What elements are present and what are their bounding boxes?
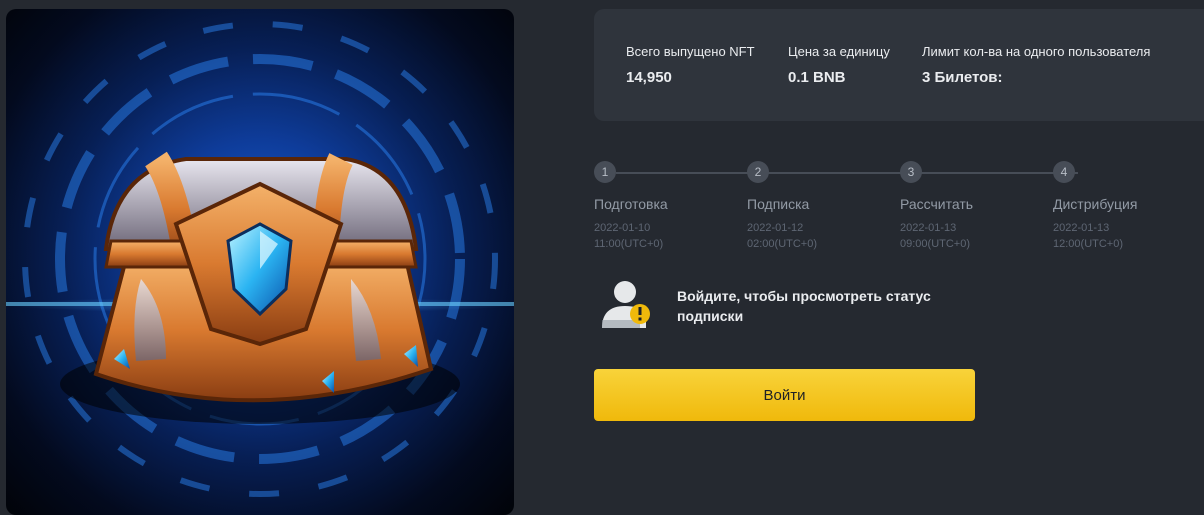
step-date-time: 12:00(UTC+0): [1053, 238, 1124, 250]
step-date: 2022-01-13 12:00(UTC+0): [1053, 220, 1203, 252]
step-number: 4: [1053, 161, 1075, 183]
treasure-chest-icon: [6, 21, 514, 497]
sale-stats-panel: Всего выпущено NFT 14,950 Цена за единиц…: [594, 9, 1204, 121]
stat-value: 3 Билетов:: [922, 69, 1003, 86]
step-date-time: 11:00(UTC+0): [594, 238, 664, 250]
stat-total-issued: Всего выпущено NFT 14,950: [626, 44, 755, 86]
login-button[interactable]: Войти: [594, 369, 975, 421]
step-date-day: 2022-01-12: [747, 222, 804, 234]
nft-artwork: [6, 9, 514, 515]
stat-label: Лимит кол-ва на одного пользователя: [922, 44, 1151, 59]
step-title: Рассчитать: [900, 196, 974, 212]
step-distribution: 4 Дистрибуция 2022-01-13 12:00(UTC+0): [1053, 161, 1203, 252]
login-prompt-text: Войдите, чтобы просмотреть статус подпис…: [677, 288, 931, 324]
user-warning-icon: [602, 281, 650, 328]
step-date-day: 2022-01-13: [900, 222, 957, 234]
stat-unit-price: Цена за единицу 0.1 BNB: [788, 44, 890, 86]
step-calculation: 3 Рассчитать 2022-01-13 09:00(UTC+0): [900, 161, 1050, 252]
stat-value: 14,950: [626, 69, 672, 86]
step-date: 2022-01-13 09:00(UTC+0): [900, 220, 1050, 252]
step-subscription: 2 Подписка 2022-01-12 02:00(UTC+0): [747, 161, 897, 252]
step-date-time: 09:00(UTC+0): [900, 238, 971, 250]
stat-label: Всего выпущено NFT: [626, 44, 755, 59]
stat-value: 0.1 BNB: [788, 69, 846, 86]
step-date-day: 2022-01-10: [594, 222, 651, 234]
stat-user-limit: Лимит кол-ва на одного пользователя 3 Би…: [922, 44, 1150, 86]
step-title: Подготовка: [594, 196, 668, 212]
stat-label: Цена за единицу: [788, 44, 890, 59]
step-number: 2: [747, 161, 769, 183]
step-date: 2022-01-12 02:00(UTC+0): [747, 220, 897, 252]
step-title: Подписка: [747, 196, 810, 212]
step-date-time: 02:00(UTC+0): [747, 238, 818, 250]
step-number: 3: [900, 161, 922, 183]
step-preparation: 1 Подготовка 2022-01-10 11:00(UTC+0): [594, 161, 744, 252]
step-date: 2022-01-10 11:00(UTC+0): [594, 220, 744, 252]
subscription-status: Войдите, чтобы просмотреть статус подпис…: [600, 280, 980, 332]
step-title: Дистрибуция: [1053, 196, 1138, 212]
sale-timeline: 1 Подготовка 2022-01-10 11:00(UTC+0) 2 П…: [594, 161, 1154, 261]
step-date-day: 2022-01-13: [1053, 222, 1110, 234]
step-number: 1: [594, 161, 616, 183]
